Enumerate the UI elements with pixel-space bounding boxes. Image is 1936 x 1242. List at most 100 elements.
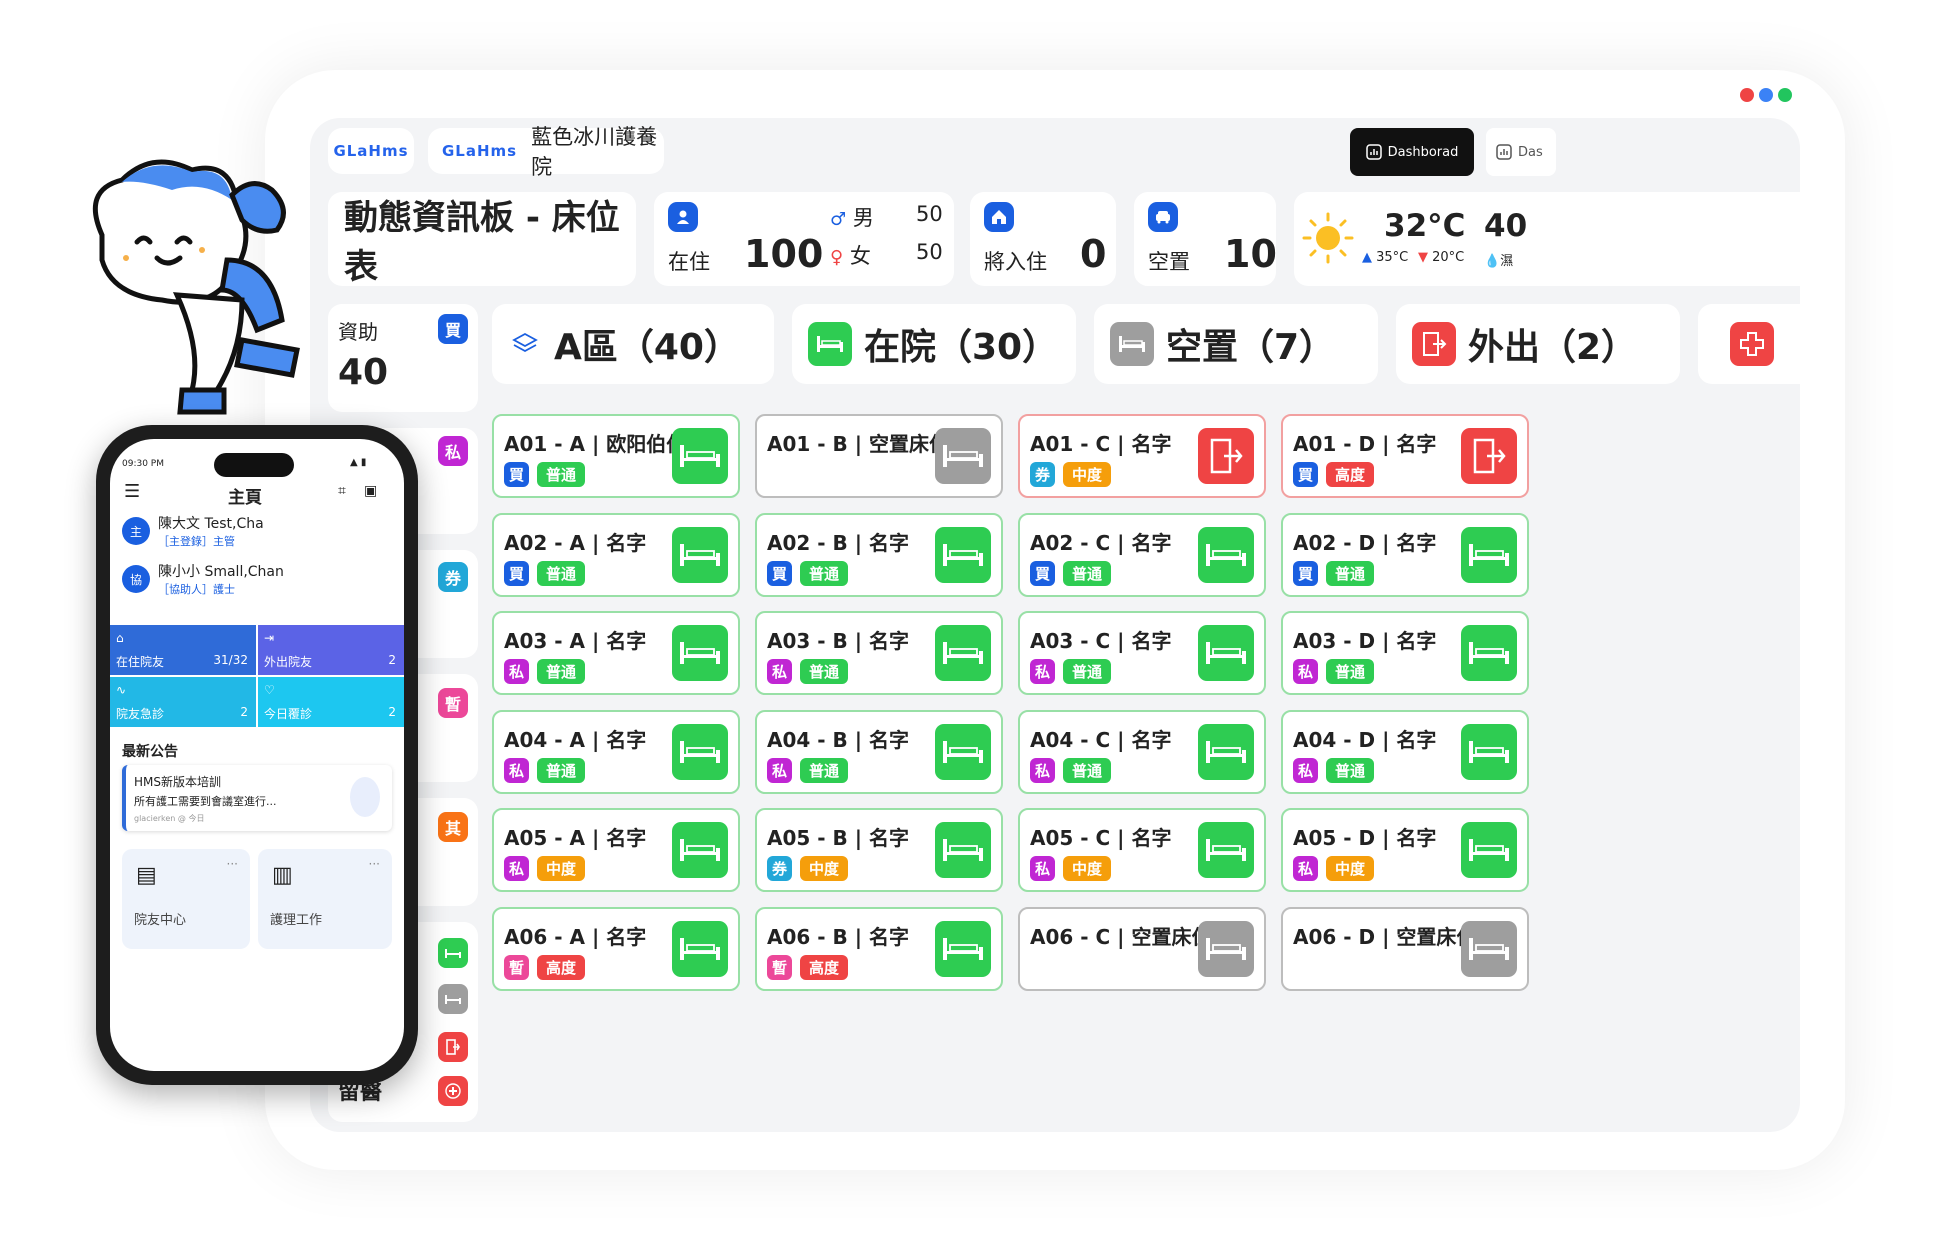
user-en-name: Small,Chan xyxy=(204,564,284,580)
tile-residents[interactable]: ⌂ 在住院友 31/32 xyxy=(110,625,256,675)
scan-icon[interactable]: ⌗ xyxy=(338,483,346,499)
hospital-cross-icon xyxy=(438,1076,468,1106)
bed-card[interactable]: A04 - C | 名字私普通 xyxy=(1018,709,1266,794)
tile-emergency[interactable]: ∿ 院友急診 2 xyxy=(110,677,256,727)
tile-label: 在住院友 xyxy=(116,655,165,669)
bed-card[interactable]: A06 - D | 空置床位 xyxy=(1281,906,1529,991)
bed-title: A04 - D | 名字 xyxy=(1293,727,1437,752)
bed-card[interactable]: A05 - D | 名字私中度 xyxy=(1281,808,1529,892)
bed-card[interactable]: A06 - B | 名字暫高度 xyxy=(755,906,1003,991)
care-level-tag: 普通 xyxy=(800,560,849,586)
maximize-dot[interactable] xyxy=(1778,88,1792,102)
dashboard-button-2[interactable]: Das xyxy=(1486,128,1556,176)
wallet-icon[interactable]: ▣ xyxy=(364,483,377,499)
in-hospital-label: 在住 xyxy=(668,250,710,274)
bed-card[interactable]: A06 - A | 名字暫高度 xyxy=(492,906,740,991)
bed-card[interactable]: A03 - C | 名字私普通 xyxy=(1018,611,1266,695)
bed-icon xyxy=(672,822,728,878)
more-icon[interactable]: ··· xyxy=(369,857,380,871)
tile-followup[interactable]: ♡ 今日覆診 2 xyxy=(258,677,404,727)
tile-value: 31/32 xyxy=(213,653,248,667)
user-en-name: Test,Cha xyxy=(204,516,264,532)
bed-card[interactable]: A06 - C | 空置床位 xyxy=(1018,906,1266,991)
brand-logo-small: GLaHms xyxy=(442,142,518,160)
badge-temp: 暫 xyxy=(438,688,468,718)
user-row-2[interactable]: 協 陳小小 Small,Chan ［協助人］護士 xyxy=(122,561,284,597)
announce-title: 最新公告 xyxy=(122,744,178,760)
tile-out[interactable]: ⇥ 外出院友 2 xyxy=(258,625,404,675)
bed-icon xyxy=(935,625,991,681)
home-icon: ⌂ xyxy=(116,631,124,645)
bed-tags: 買普通 xyxy=(1293,560,1375,586)
tab-out[interactable]: 外出（2） xyxy=(1396,304,1680,384)
bed-icon xyxy=(1198,526,1254,583)
bed-tags: 買高度 xyxy=(1293,462,1375,487)
tile-value: 2 xyxy=(388,705,396,719)
bed-tags: 私普通 xyxy=(504,659,586,684)
bed-card[interactable]: A05 - B | 名字券中度 xyxy=(755,808,1003,892)
tab-vacant[interactable]: 空置（7） xyxy=(1094,304,1378,384)
tab-vacant-label: 空置（7） xyxy=(1166,327,1336,368)
bed-card[interactable]: A01 - D | 名字買高度 xyxy=(1281,414,1529,498)
bed-card[interactable]: A01 - B | 空置床位 xyxy=(755,414,1003,498)
exit-icon xyxy=(438,1032,468,1062)
drop-icon: 💧 xyxy=(1484,254,1501,269)
stat-incoming: 將入住 0 xyxy=(970,192,1116,286)
bed-tags: 私普通 xyxy=(1030,659,1112,684)
exit-icon: ⇥ xyxy=(264,631,275,645)
tile-label: 院友急診 xyxy=(116,707,165,721)
menu-icon[interactable]: ☰ xyxy=(124,481,140,502)
care-level-tag: 高度 xyxy=(537,954,586,980)
logo-tile[interactable]: GLaHms xyxy=(328,128,414,174)
bed-icon xyxy=(935,428,991,484)
hospital-tile[interactable]: GLaHms 藍色冰川護養院 xyxy=(428,125,664,179)
bed-card[interactable]: A03 - A | 名字私普通 xyxy=(492,611,740,695)
bed-card[interactable]: A05 - C | 名字私中度 xyxy=(1018,808,1266,892)
bed-card[interactable]: A04 - A | 名字私普通 xyxy=(492,709,740,794)
bed-tags: 私普通 xyxy=(767,659,849,684)
funding-card[interactable]: 資助 40 買 xyxy=(328,304,478,412)
care-level-tag: 中度 xyxy=(800,856,849,881)
bed-card[interactable]: A02 - B | 名字買普通 xyxy=(755,512,1003,597)
bed-card[interactable]: A02 - C | 名字買普通 xyxy=(1018,512,1266,597)
bed-card[interactable]: A02 - D | 名字買普通 xyxy=(1281,512,1529,597)
bed-tags: 券中度 xyxy=(1030,462,1112,487)
bed-tags: 買普通 xyxy=(767,560,849,586)
bed-card[interactable]: A03 - B | 名字私普通 xyxy=(755,611,1003,695)
tile-value: 2 xyxy=(240,705,248,719)
care-level-tag: 高度 xyxy=(800,954,849,980)
bed-tags: 暫高度 xyxy=(504,954,586,980)
tab-in-hospital[interactable]: 在院（30） xyxy=(792,304,1076,384)
bed-icon xyxy=(1198,625,1254,681)
bed-card[interactable]: A03 - D | 名字私普通 xyxy=(1281,611,1529,695)
notes-icon: ▥ xyxy=(272,863,293,888)
bed-card[interactable]: A04 - D | 名字私普通 xyxy=(1281,709,1529,794)
bed-tags: 買普通 xyxy=(1030,560,1112,586)
chart-icon-2 xyxy=(1496,144,1512,160)
tab-zone[interactable]: A區（40） xyxy=(492,304,774,384)
user-row-1[interactable]: 主 陳大文 Test,Cha ［主登錄］主管 xyxy=(122,513,264,549)
card-resident-center[interactable]: ▤ ··· 院友中心 xyxy=(122,849,250,949)
dashboard-button-label: Dashborad xyxy=(1387,144,1459,160)
window-controls xyxy=(1740,88,1792,102)
announce-card[interactable]: HMS新版本培訓 所有護工需要到會議室進行... glacierken @ 今日 xyxy=(122,765,392,831)
dashboard-button[interactable]: Dashborad xyxy=(1350,128,1474,176)
funding-tag: 暫 xyxy=(504,954,529,980)
more-icon[interactable]: ··· xyxy=(227,857,238,871)
bed-card[interactable]: A01 - A | 欧阳伯伯買普通 xyxy=(492,414,740,498)
care-level-tag: 中度 xyxy=(1063,856,1112,881)
tab-zone-label: A區（40） xyxy=(554,327,740,368)
bed-card[interactable]: A04 - B | 名字私普通 xyxy=(755,709,1003,794)
close-dot[interactable] xyxy=(1740,88,1754,102)
bed-card[interactable]: A02 - A | 名字買普通 xyxy=(492,512,740,597)
bed-card[interactable]: A05 - A | 名字私中度 xyxy=(492,808,740,892)
exit-door-icon xyxy=(1412,322,1456,366)
weather-temp: 32°C xyxy=(1384,208,1466,244)
tab-hospitalized[interactable] xyxy=(1698,304,1800,384)
funding-tag: 買 xyxy=(1293,560,1318,586)
bed-title: A06 - C | 空置床位 xyxy=(1030,924,1212,949)
bed-title: A05 - B | 名字 xyxy=(767,826,910,850)
card-nursing-work[interactable]: ▥ ··· 護理工作 xyxy=(258,849,392,949)
minimize-dot[interactable] xyxy=(1759,88,1773,102)
bed-card[interactable]: A01 - C | 名字券中度 xyxy=(1018,414,1266,498)
